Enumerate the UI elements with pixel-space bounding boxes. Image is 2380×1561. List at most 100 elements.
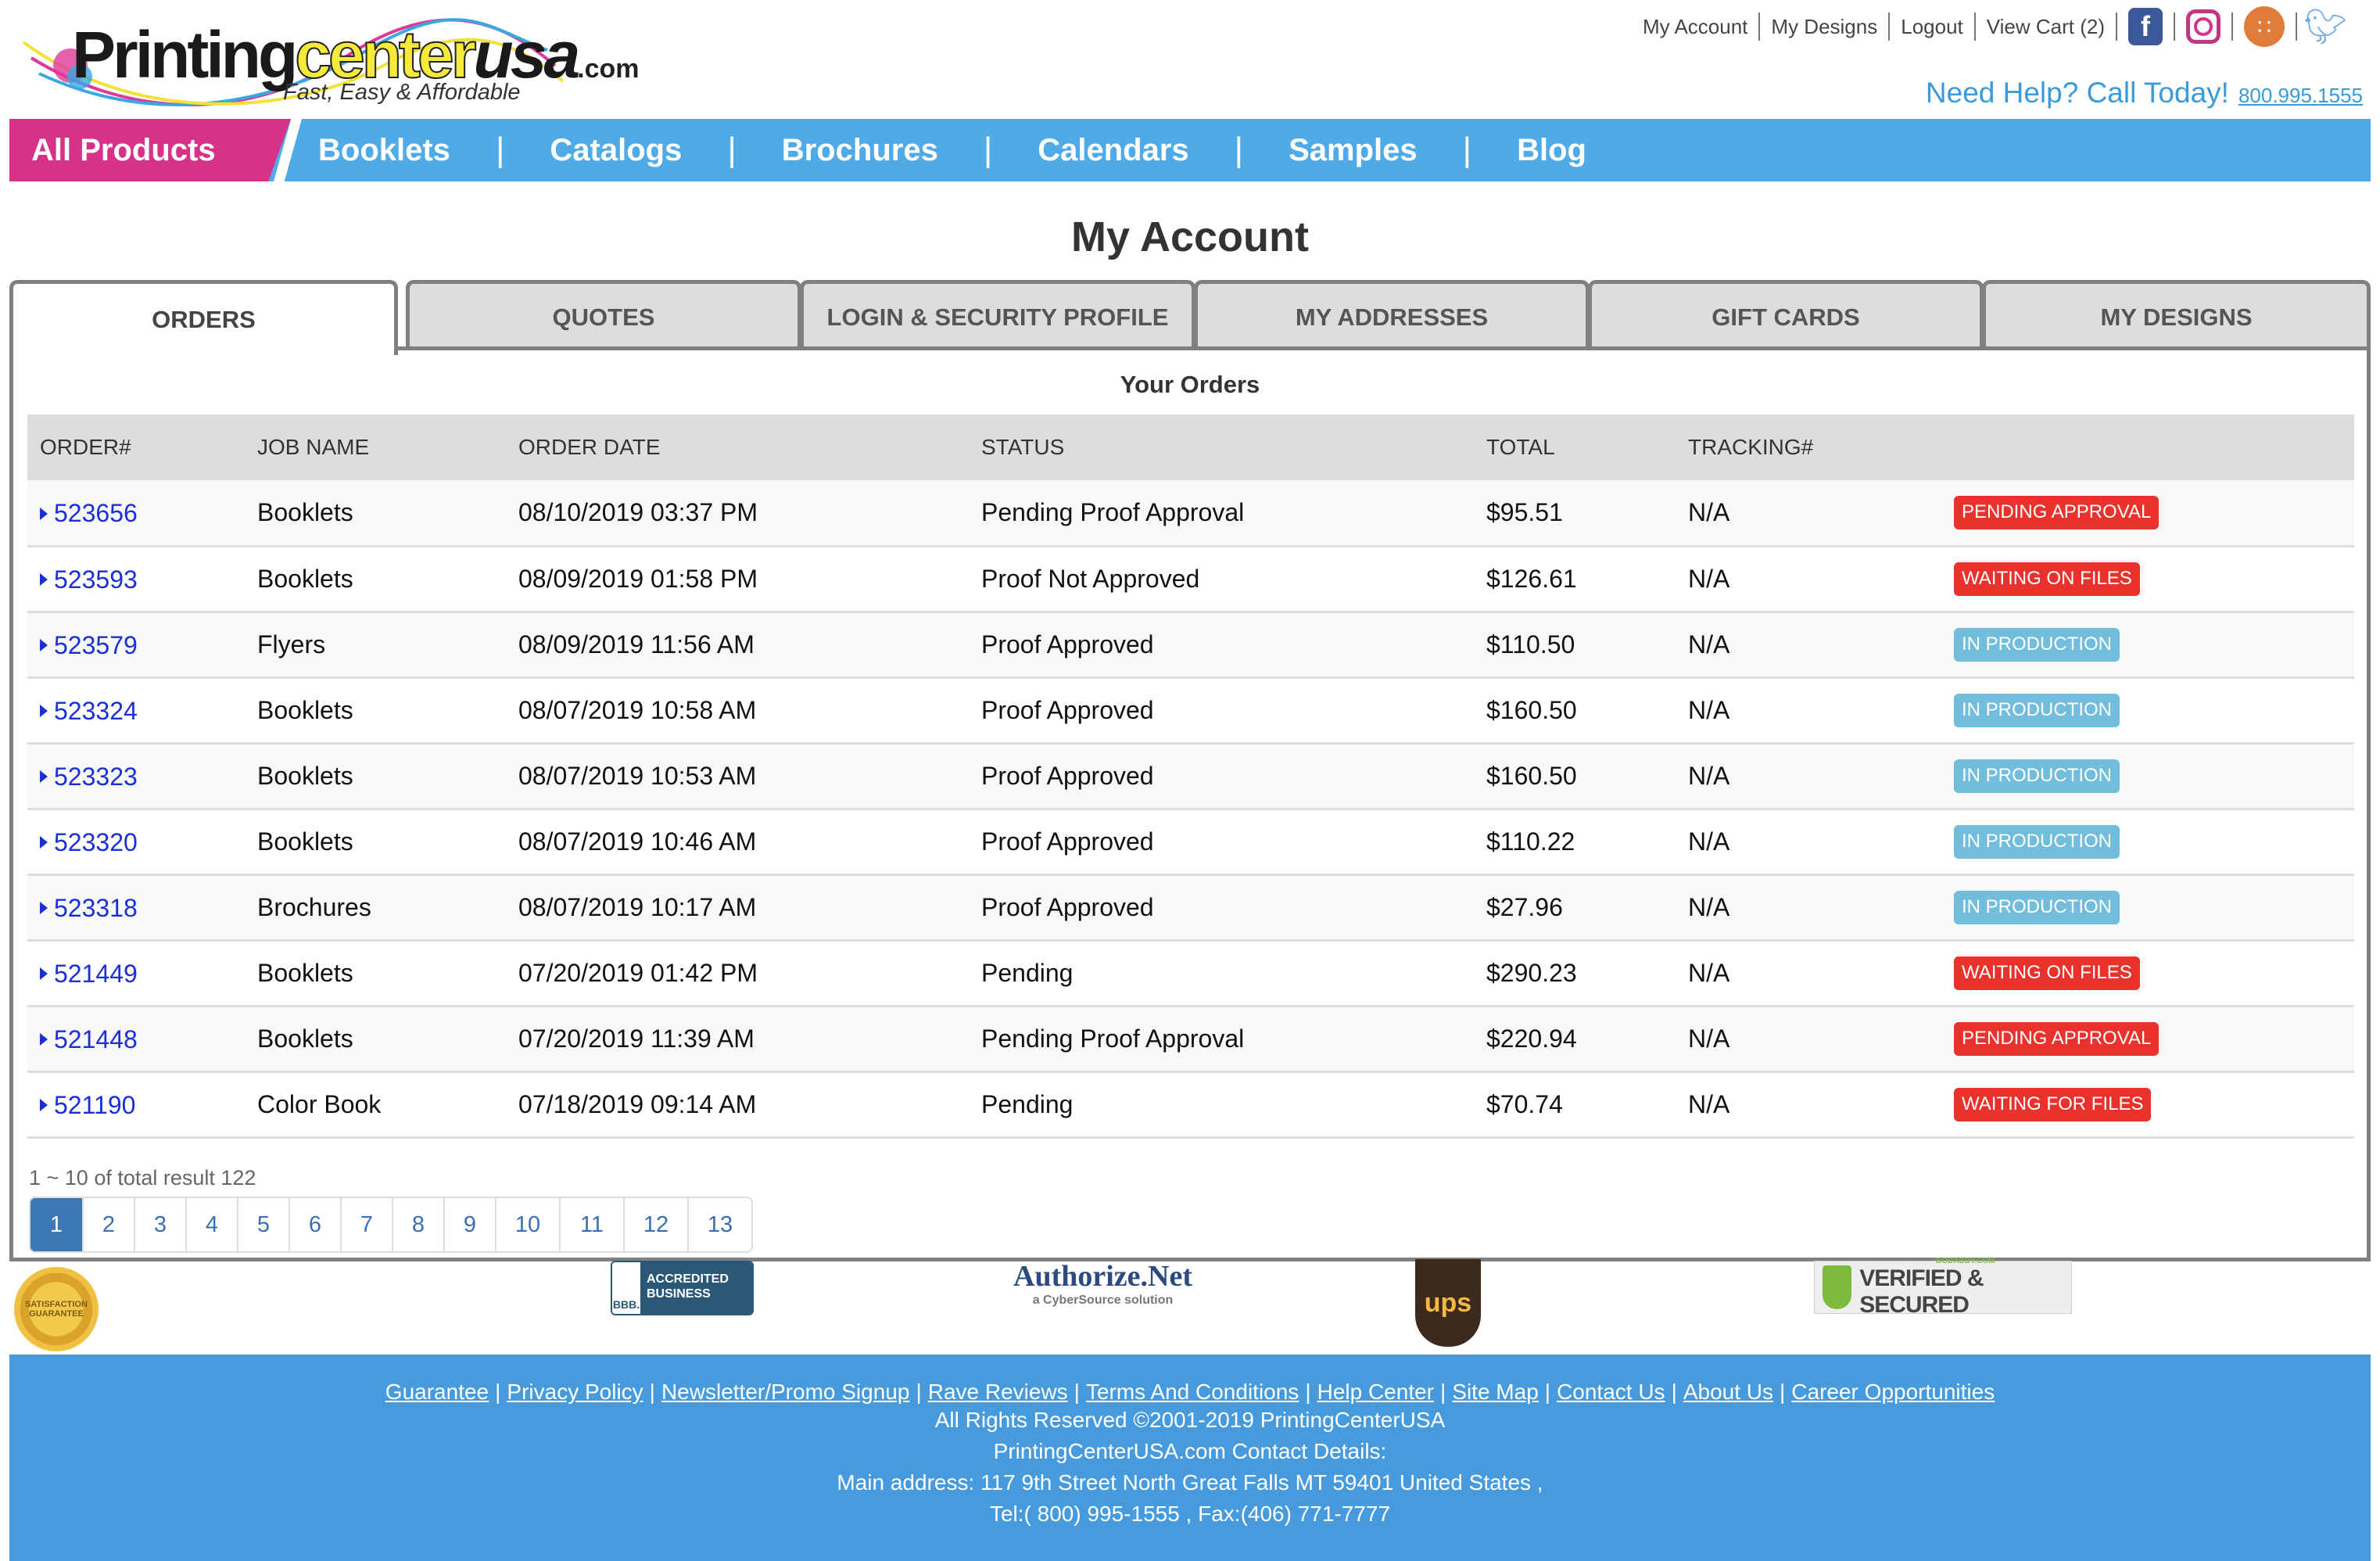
page-7-button[interactable]: 7	[340, 1198, 392, 1251]
footer-link-privacy-policy[interactable]: Privacy Policy	[507, 1380, 643, 1404]
page-8-button[interactable]: 8	[392, 1198, 443, 1251]
nav-separator: |	[727, 131, 737, 169]
status-badge[interactable]: IN PRODUCTION	[1954, 759, 2120, 793]
table-row: 523656 Booklets 08/10/2019 03:37 PM Pending…	[27, 480, 2354, 547]
nav-catalogs[interactable]: Catalogs	[550, 133, 682, 168]
order-status: Proof Approved	[969, 677, 1474, 745]
logout-link[interactable]: Logout	[1890, 15, 1974, 39]
col-status[interactable]: STATUS	[969, 414, 1474, 480]
status-badge[interactable]: WAITING ON FILES	[1954, 562, 2140, 596]
caret-right-icon	[40, 705, 48, 718]
facebook-icon[interactable]: f	[2128, 8, 2163, 45]
status-badge[interactable]: WAITING ON FILES	[1954, 956, 2140, 990]
my-designs-link[interactable]: My Designs	[1760, 15, 1888, 39]
order-number-link[interactable]: 521190	[40, 1091, 135, 1120]
footer-link-terms-and-conditions[interactable]: Terms And Conditions	[1086, 1380, 1299, 1404]
bbb-accredited-badge[interactable]: BBB. ACCREDITED BUSINESS	[611, 1261, 754, 1315]
page-12-button[interactable]: 12	[623, 1198, 687, 1251]
page-13-button[interactable]: 13	[687, 1198, 751, 1251]
nav-calendars[interactable]: Calendars	[1038, 133, 1188, 168]
tab-my-addresses[interactable]: MY ADDRESSES	[1194, 280, 1590, 350]
page-10-button[interactable]: 10	[495, 1198, 559, 1251]
page-title: My Account	[1070, 214, 1309, 260]
order-cell: 523320	[27, 809, 245, 876]
page-1-button[interactable]: 1	[30, 1198, 82, 1251]
nav-samples[interactable]: Samples	[1289, 133, 1418, 168]
order-number-link[interactable]: 521449	[40, 960, 138, 989]
order-number-link[interactable]: 523323	[40, 763, 138, 791]
col-order-date[interactable]: ORDER DATE	[506, 414, 969, 480]
status-badge[interactable]: IN PRODUCTION	[1954, 628, 2120, 662]
order-number: 521449	[54, 959, 138, 988]
order-number: 521190	[54, 1090, 136, 1119]
status-badge[interactable]: IN PRODUCTION	[1954, 891, 2120, 924]
page-9-button[interactable]: 9	[443, 1198, 495, 1251]
status-badge[interactable]: IN PRODUCTION	[1954, 825, 2120, 859]
footer-link-contact-us[interactable]: Contact Us	[1557, 1380, 1665, 1404]
nav-blog[interactable]: Blog	[1517, 133, 1586, 168]
nav-items: Booklets | Catalogs | Brochures | Calend…	[318, 119, 1586, 181]
status-badge[interactable]: PENDING APPROVAL	[1954, 496, 2160, 530]
order-number-link[interactable]: 523320	[40, 828, 138, 857]
order-number-link[interactable]: 523579	[40, 631, 138, 660]
status-badge[interactable]: WAITING FOR FILES	[1954, 1088, 2152, 1121]
order-total: $27.96	[1474, 874, 1676, 942]
order-total: $70.74	[1474, 1071, 1676, 1139]
col-tracking[interactable]: TRACKING#	[1676, 414, 1941, 480]
tab-my-designs[interactable]: MY DESIGNS	[1982, 280, 2371, 350]
caret-right-icon	[40, 1099, 48, 1112]
status-badge[interactable]: IN PRODUCTION	[1954, 694, 2120, 727]
lock-shield-icon	[1823, 1265, 1852, 1309]
tracking-number: N/A	[1676, 612, 1941, 679]
tab-orders[interactable]: ORDERS	[9, 280, 398, 355]
col-total[interactable]: TOTAL	[1474, 414, 1676, 480]
tab-quotes[interactable]: QUOTES	[406, 280, 801, 350]
view-cart-link[interactable]: View Cart (2)	[1976, 15, 2116, 39]
order-number-link[interactable]: 523656	[40, 499, 138, 528]
help-phone-link[interactable]: 800.995.1555	[2238, 84, 2363, 108]
logo-tagline: Fast, Easy & Affordable	[283, 80, 521, 105]
godaddy-verified-badge[interactable]: GODADDY.COM VERIFIED & SECURED	[1814, 1257, 2072, 1318]
nav-all-products[interactable]: All Products	[9, 119, 291, 181]
table-row: 523318 Brochures 08/07/2019 10:17 AM Proof …	[27, 874, 2354, 942]
order-number-link[interactable]: 523318	[40, 894, 138, 923]
footer-copyright: All Rights Reserved ©2001-2019 PrintingC…	[934, 1408, 1446, 1432]
footer-link-about-us[interactable]: About Us	[1683, 1380, 1773, 1404]
page-6-button[interactable]: 6	[289, 1198, 340, 1251]
footer-link-rave-reviews[interactable]: Rave Reviews	[928, 1380, 1068, 1404]
rss-icon[interactable]: ∷	[2244, 6, 2285, 47]
order-cell: 523318	[27, 874, 245, 942]
authorize-net-badge[interactable]: Authorize.Net a CyberSource solution	[1013, 1259, 1192, 1308]
nav-booklets[interactable]: Booklets	[318, 133, 450, 168]
table-row: 521190 Color Book 07/18/2019 09:14 AM Pendi…	[27, 1071, 2354, 1139]
footer-link-guarantee[interactable]: Guarantee	[385, 1380, 489, 1404]
page-4-button[interactable]: 4	[185, 1198, 237, 1251]
site-logo[interactable]: Printingcenterusa.com Fast, Easy & Affor…	[16, 11, 640, 113]
my-account-link[interactable]: My Account	[1632, 15, 1758, 39]
footer-link-career-opportunities[interactable]: Career Opportunities	[1791, 1380, 1995, 1404]
footer-link-help-center[interactable]: Help Center	[1317, 1380, 1434, 1404]
footer-link-newsletter-promo-signup[interactable]: Newsletter/Promo Signup	[661, 1380, 909, 1404]
main-nav: All Products Booklets | Catalogs | Broch…	[9, 119, 2371, 181]
badge-cell: WAITING FOR FILES	[1941, 1071, 2354, 1139]
tab-gift-cards[interactable]: GIFT CARDS	[1588, 280, 1984, 350]
badge-cell: WAITING ON FILES	[1941, 940, 2354, 1007]
tab-login-security[interactable]: LOGIN & SECURITY PROFILE	[800, 280, 1195, 350]
instagram-icon[interactable]	[2186, 9, 2220, 44]
nav-brochures[interactable]: Brochures	[782, 133, 938, 168]
page-5-button[interactable]: 5	[237, 1198, 289, 1251]
page-11-button[interactable]: 11	[559, 1198, 623, 1251]
footer-link-site-map[interactable]: Site Map	[1452, 1380, 1539, 1404]
col-order[interactable]: ORDER#	[27, 414, 245, 480]
caret-right-icon	[40, 573, 48, 587]
order-number-link[interactable]: 521448	[40, 1025, 138, 1054]
twitter-icon[interactable]: 🐦︎	[2303, 8, 2347, 46]
col-job-name[interactable]: JOB NAME	[245, 414, 506, 480]
status-badge[interactable]: PENDING APPROVAL	[1954, 1022, 2160, 1056]
order-date: 07/20/2019 01:42 PM	[506, 940, 969, 1007]
order-number-link[interactable]: 523324	[40, 697, 138, 726]
page-3-button[interactable]: 3	[134, 1198, 185, 1251]
order-status: Pending Proof Approval	[969, 1006, 1474, 1073]
order-number-link[interactable]: 523593	[40, 565, 138, 594]
page-2-button[interactable]: 2	[82, 1198, 134, 1251]
